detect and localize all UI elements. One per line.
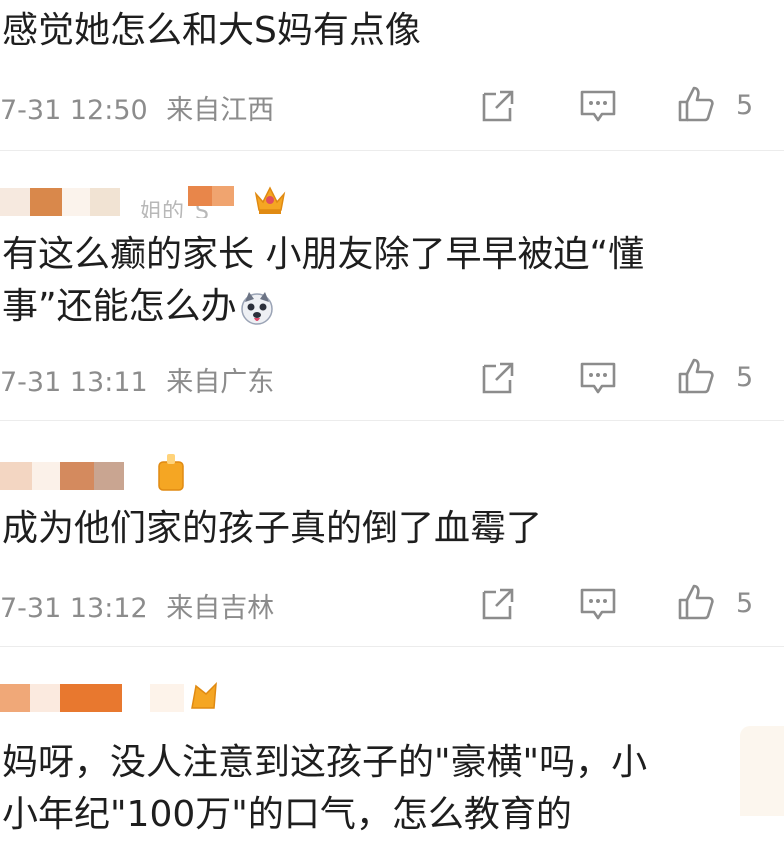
username[interactable]: 姐的_S: [0, 184, 300, 218]
comment-meta: 7-31 13:12 来自吉林: [0, 586, 274, 625]
comment-text: 小年纪"100万"的口气，怎么教育的: [2, 794, 572, 835]
username-redacted-block: [30, 684, 60, 712]
comment-meta: 7-31 12:50 来自江西: [0, 88, 274, 127]
username-redacted-block: [32, 462, 60, 490]
thumbs-up-icon[interactable]: [676, 582, 716, 622]
username[interactable]: [0, 452, 200, 491]
username-redacted-block: [0, 684, 30, 712]
username-redacted-block: [212, 186, 234, 206]
like-count: 5: [736, 362, 754, 393]
comment-text: 妈呀，没人注意到这孩子的"豪横"吗，小: [2, 742, 648, 783]
crown-badge-icon: [158, 454, 184, 491]
username-redacted-block: [62, 188, 90, 216]
comment-text: 事”还能怎么办: [2, 286, 237, 327]
comment-icon[interactable]: [578, 86, 618, 126]
username-redacted-block: [0, 462, 32, 490]
username-redacted-block: [90, 188, 120, 216]
share-icon[interactable]: [478, 358, 518, 398]
comment-time: 7-31 13:12: [0, 593, 148, 624]
username-redacted-block: [60, 462, 94, 490]
divider: [0, 150, 784, 151]
share-icon[interactable]: [478, 86, 518, 126]
comment-time: 7-31 13:11: [0, 367, 148, 398]
comment-meta: 7-31 13:11 来自广东: [0, 360, 274, 399]
comment-text: 感觉她怎么和大S妈有点像: [2, 10, 421, 51]
divider: [0, 420, 784, 421]
username[interactable]: [0, 678, 240, 712]
comment-text-line2: 事”还能怎么办: [2, 280, 275, 334]
username-redacted-block: [150, 684, 184, 712]
username-redacted-block: [94, 462, 124, 490]
comment-icon[interactable]: [578, 584, 618, 624]
share-icon[interactable]: [478, 584, 518, 624]
crown-badge-icon: [254, 186, 286, 214]
username-redacted-block: [188, 186, 212, 206]
comment-location: 来自江西: [166, 95, 275, 126]
comment-text: 成为他们家的孩子真的倒了血霉了: [2, 508, 543, 549]
username-redacted-block: [30, 188, 62, 216]
husky-emoji: [240, 292, 273, 325]
like-count: 5: [736, 90, 754, 121]
quote-card-edge: [740, 726, 784, 816]
comment-time: 7-31 12:50: [0, 95, 148, 126]
username-redacted-block: [0, 188, 30, 216]
crown-badge-icon: [191, 682, 217, 709]
divider: [0, 646, 784, 647]
thumbs-up-icon[interactable]: [676, 356, 716, 396]
username-redacted-block: [60, 684, 122, 712]
comment-location: 来自吉林: [166, 593, 275, 624]
thumbs-up-icon[interactable]: [676, 84, 716, 124]
comment-icon[interactable]: [578, 358, 618, 398]
like-count: 5: [736, 588, 754, 619]
comment-location: 来自广东: [166, 367, 275, 398]
comment-text: 有这么癫的家长 小朋友除了早早被迫“懂: [2, 234, 645, 275]
